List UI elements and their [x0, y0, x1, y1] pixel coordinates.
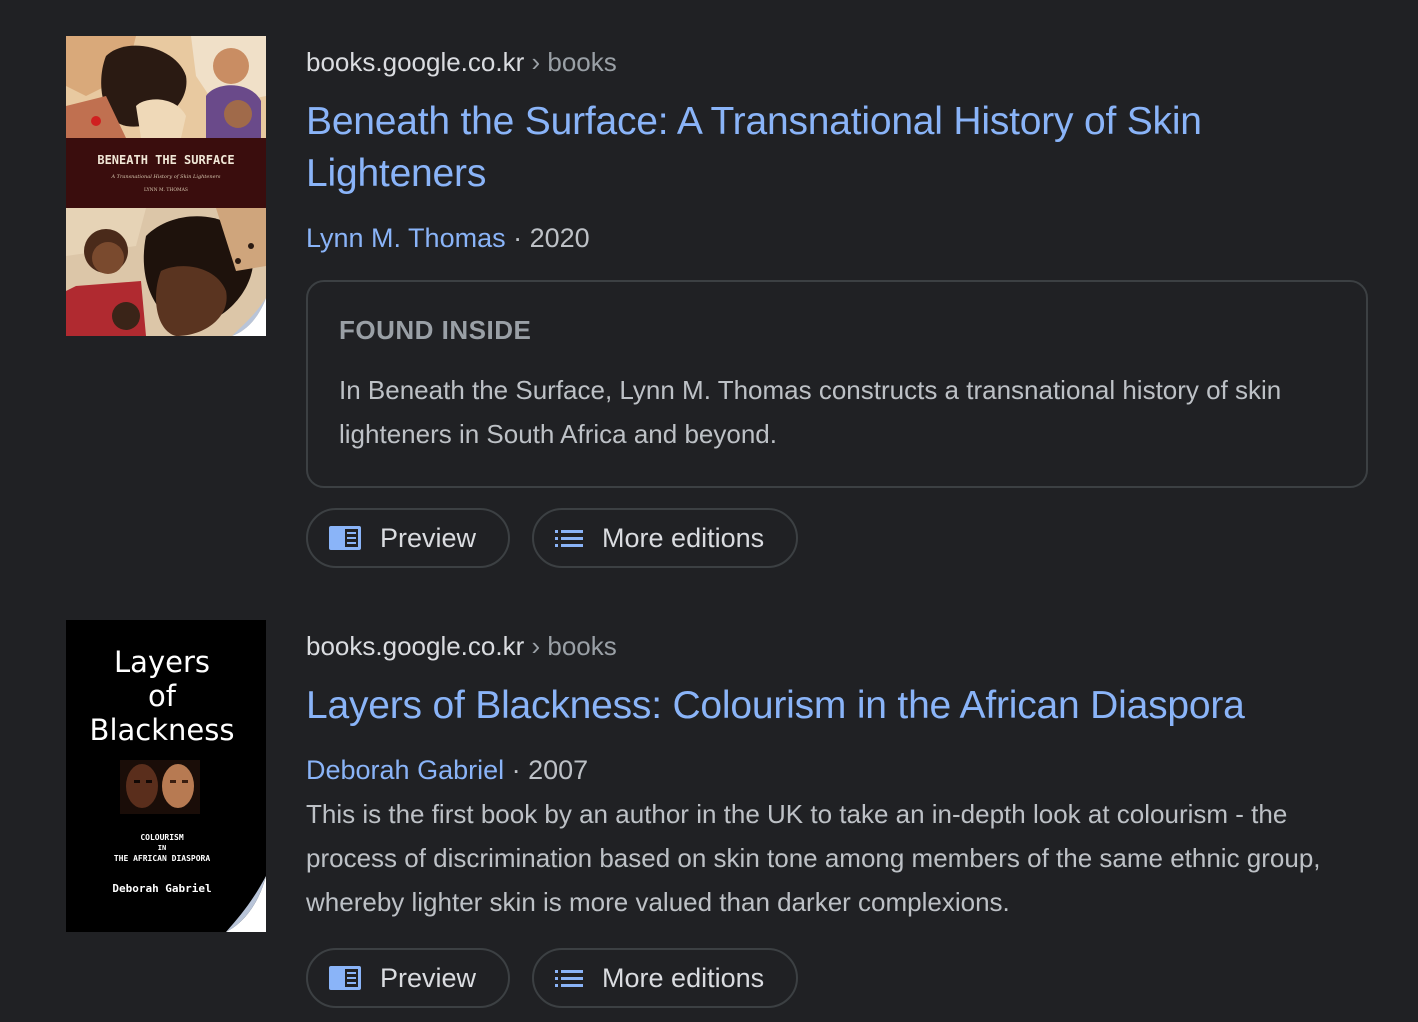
cover-author: LYNN M. THOMAS — [144, 187, 188, 193]
more-editions-button-label: More editions — [602, 962, 765, 993]
cover-title: BENEATH THE SURFACE — [97, 153, 234, 167]
breadcrumb-path: books — [547, 47, 617, 77]
found-inside-text: In Beneath the Surface, Lynn M. Thomas c… — [339, 375, 1282, 449]
list-icon — [554, 527, 584, 549]
meta-separator: · — [504, 755, 529, 785]
found-inside-box: FOUND INSIDE In Beneath the Surface, Lyn… — [306, 280, 1368, 488]
result-snippet: This is the first book by an author in t… — [306, 799, 1321, 917]
author-link[interactable]: Deborah Gabriel — [306, 755, 504, 785]
result-title-link[interactable]: Beneath the Surface: A Transnational His… — [306, 96, 1370, 200]
result-source-breadcrumb[interactable]: books.google.co.kr › books — [306, 628, 1370, 664]
cover-title-line: of — [148, 679, 177, 713]
cover-title-line: Layers — [114, 645, 210, 679]
cover-title-line: Blackness — [90, 713, 235, 747]
book-preview-icon — [328, 965, 362, 991]
source-site: books.google.co.kr — [306, 631, 525, 661]
found-inside-heading: FOUND INSIDE — [339, 315, 532, 345]
result-actions: Preview More editions — [306, 948, 1370, 1008]
result-content: books.google.co.kr › books Beneath the S… — [306, 44, 1370, 568]
preview-button-label: Preview — [380, 962, 477, 993]
preview-button[interactable]: Preview — [306, 948, 511, 1008]
result-content: books.google.co.kr › books Layers of Bla… — [306, 628, 1370, 1008]
meta-separator: · — [505, 223, 530, 253]
publication-year: 2020 — [529, 223, 590, 253]
book-cover-image[interactable]: BENEATH THE SURFACE A Transnational Hist… — [66, 36, 266, 336]
preview-button-label: Preview — [380, 522, 477, 553]
publication-year: 2007 — [528, 755, 589, 785]
result-meta: Lynn M. Thomas · 2020 — [306, 218, 1370, 258]
book-preview-icon — [328, 525, 362, 551]
book-cover-image[interactable]: Layers of Blackness COLOURISM IN THE AFR… — [66, 620, 266, 932]
result-source-breadcrumb[interactable]: books.google.co.kr › books — [306, 44, 1370, 80]
result-meta: Deborah Gabriel · 2007 — [306, 750, 1370, 790]
cover-subtitle: A Transnational History of Skin Lightene… — [110, 174, 220, 180]
search-result: Layers of Blackness COLOURISM IN THE AFR… — [0, 600, 1418, 1022]
preview-button[interactable]: Preview — [306, 508, 511, 568]
breadcrumb-path: books — [547, 631, 617, 661]
cover-subtitle-line: THE AFRICAN DIASPORA — [114, 854, 211, 863]
more-editions-button[interactable]: More editions — [532, 508, 799, 568]
search-result: BENEATH THE SURFACE A Transnational Hist… — [0, 0, 1418, 600]
result-title-link[interactable]: Layers of Blackness: Colourism in the Af… — [306, 680, 1370, 732]
breadcrumb-separator: › — [524, 631, 548, 661]
author-link[interactable]: Lynn M. Thomas — [306, 223, 506, 253]
cover-subtitle-line: COLOURISM — [140, 833, 184, 842]
result-actions: Preview More editions — [306, 508, 1370, 568]
list-icon — [554, 967, 584, 989]
breadcrumb-separator: › — [524, 47, 548, 77]
source-site: books.google.co.kr — [306, 47, 525, 77]
cover-subtitle-line: IN — [158, 844, 166, 852]
more-editions-button[interactable]: More editions — [532, 948, 799, 1008]
cover-author: Deborah Gabriel — [112, 882, 211, 895]
more-editions-button-label: More editions — [602, 522, 765, 553]
